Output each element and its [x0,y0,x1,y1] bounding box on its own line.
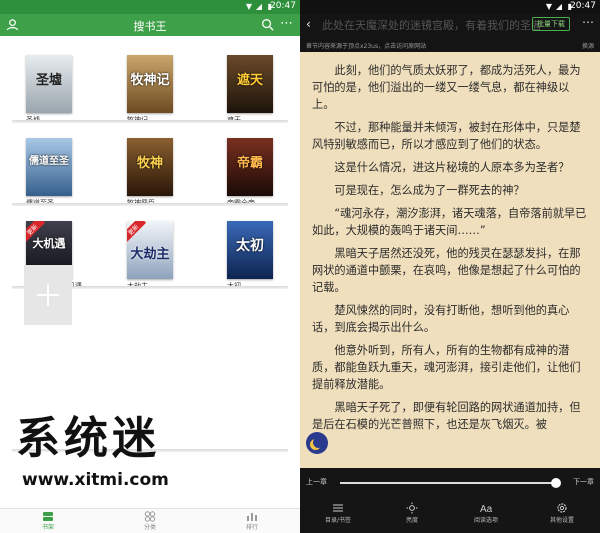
paragraph: 此刻，他们的气质太妖邪了，都成为活死人，最为可怕的是，他们溢出的一缕又一缕气息，… [312,64,581,111]
app-bar: 搜书王 ⋯ [0,14,300,36]
other-settings-button[interactable]: 其他设置 [532,502,592,524]
progress-fill [340,482,556,484]
book-cover[interactable]: 大劫主 更新 [127,221,173,279]
bottom-nav: 书架 分类 排行 [0,508,300,533]
cover-art [26,138,72,196]
cover-title: 帝霸 [236,156,263,171]
paragraph: 不过，那种能量并未倾泻，被封在形体中，只是楚风特别敏感而已，所以才感应到了他们的… [312,121,581,151]
tool-label: 其他设置 [549,517,574,524]
reader-screen: ▼ ◢ ▮ 20:47 ‹ 此处在天魔深处的迷镜宫殿，有着我们的圣者 批量下载 … [300,0,600,533]
book-cover[interactable]: 儒道至圣 [26,138,72,196]
book-cover[interactable]: 牧神 [127,138,173,196]
search-icon[interactable] [261,18,274,31]
book-cover[interactable]: 帝霸 [227,138,273,196]
cover-title: 圣墟 [35,73,62,88]
chapter-title: 此处在天魔深处的迷镜宫殿，有着我们的圣者 [322,19,542,32]
cover-title: 牧神 [136,156,163,171]
ranking-icon [247,513,257,521]
status-bar: ▼ ◢ ▮ 20:47 [300,0,600,14]
signal-icon: ◢ [255,2,262,11]
tool-label: 目录/书签 [324,517,352,524]
more-icon[interactable]: ⋯ [280,16,294,31]
wifi-icon: ▼ [245,2,252,11]
nav-bookshelf[interactable]: 书架 [18,511,78,531]
plus-icon-stroke [47,284,49,306]
shelf-divider [12,203,288,206]
bookshelf-screen: ▼ ◢ ▮ 20:47 搜书王 ⋯ 圣墟 圣墟 牧神记 牧神记 遮天 [0,0,300,533]
more-icon[interactable]: ⋯ [582,15,594,29]
moon-icon [313,437,324,448]
shelf-divider [12,120,288,123]
reader-bottom-bar: 上一章 下一章 目录/书签 亮度 Aa 阅读选项 其他设置 [300,468,600,533]
wifi-icon: ▼ [545,2,552,11]
cover-title: 大机遇 [32,237,66,250]
nav-label: 分类 [143,524,156,531]
signal-icon: ◢ [555,2,562,11]
reader-toolbar: ‹ 此处在天魔深处的迷镜宫殿，有着我们的圣者 批量下载 ⋯ 章节内容来源于顶点x… [300,14,600,52]
paragraph: 黑暗天子死了，即便有轮回路的网状通道加持，但是后在石模的光芒普照下，也还是灰飞烟… [312,401,581,431]
add-book-button[interactable] [24,265,72,325]
progress-slider[interactable] [340,478,561,488]
sun-icon [406,502,418,514]
nav-label: 书架 [41,524,54,531]
nav-label: 排行 [245,524,258,531]
chapter-content: 此刻，他们的气质太妖邪了，都成为活死人，最为可怕的是，他们溢出的一缕又一缕气息，… [312,62,588,439]
gear-icon [557,503,567,513]
status-time: 20:47 [570,1,596,11]
prev-chapter-button[interactable]: 上一章 [306,477,327,487]
book-cover[interactable]: 圣墟 [26,55,72,113]
book-cover[interactable]: 牧神记 [127,55,173,113]
app-title: 搜书王 [133,20,167,33]
next-chapter-button[interactable]: 下一章 [573,477,594,487]
cover-title: 儒道至圣 [29,156,69,167]
book-cover[interactable]: 太初 [227,221,273,279]
paragraph: 可是现在，怎么成为了一群死去的神？ [334,184,525,197]
slider-thumb[interactable] [550,478,561,488]
status-time: 20:47 [270,1,296,11]
paragraph: 这是什么情况，进这片秘境的人原本多为圣者？ [334,161,570,174]
svg-text:Aa: Aa [480,504,492,514]
paragraph: 黑暗天子居然还没死，他的残灵在瑟瑟发抖，在那网状的通道中颤栗，在哀鸣，他像是想起… [312,247,581,294]
cover-title: 遮天 [236,73,263,88]
batch-download-button[interactable]: 批量下载 [532,17,570,31]
category-icon [144,511,156,522]
list-icon [333,504,343,512]
book-cover[interactable]: 遮天 [227,55,273,113]
bookshelf-icon [43,512,53,521]
back-arrow-icon[interactable]: ‹ [306,17,311,31]
reading-options-button[interactable]: Aa 阅读选项 [456,502,516,524]
source-note-link[interactable]: 章节内容来源于顶点x23us，点击访问原网站 [306,41,426,50]
brightness-button[interactable]: 亮度 [382,502,442,524]
watermark-url: www.xitmi.com [22,470,169,490]
nav-ranking[interactable]: 排行 [222,511,282,531]
cover-title: 牧神记 [130,73,170,88]
cover-title: 大劫主 [130,247,170,262]
paragraph: 楚风悚然的同时，没有打断他，想听到他的真心话，到底会揭示出什么。 [312,304,570,334]
paragraph: 他意外听到，所有人，所有的生物都有成神的潜质，都能鱼跃九重天，魂河澎湃，接引走他… [312,344,581,391]
watermark-logo-text: 系统迷 [16,413,160,464]
cover-title: 太初 [236,238,264,254]
status-bar: ▼ ◢ ▮ 20:47 [0,0,300,14]
switch-source-button[interactable]: 换源 [582,41,594,50]
text-options-icon: Aa [480,504,492,514]
paragraph: “魂河永存，潮汐澎湃，诸天魂落，自帝落前就早已如此，大规模的轰鸣于诸天间……” [312,207,587,237]
night-mode-button[interactable] [306,432,328,454]
tool-label: 亮度 [405,517,418,524]
nav-category[interactable]: 分类 [120,511,180,531]
tool-label: 阅读选项 [473,517,498,524]
chapter-progress: 上一章 下一章 [300,474,600,490]
toc-bookmark-button[interactable]: 目录/书签 [308,502,368,524]
